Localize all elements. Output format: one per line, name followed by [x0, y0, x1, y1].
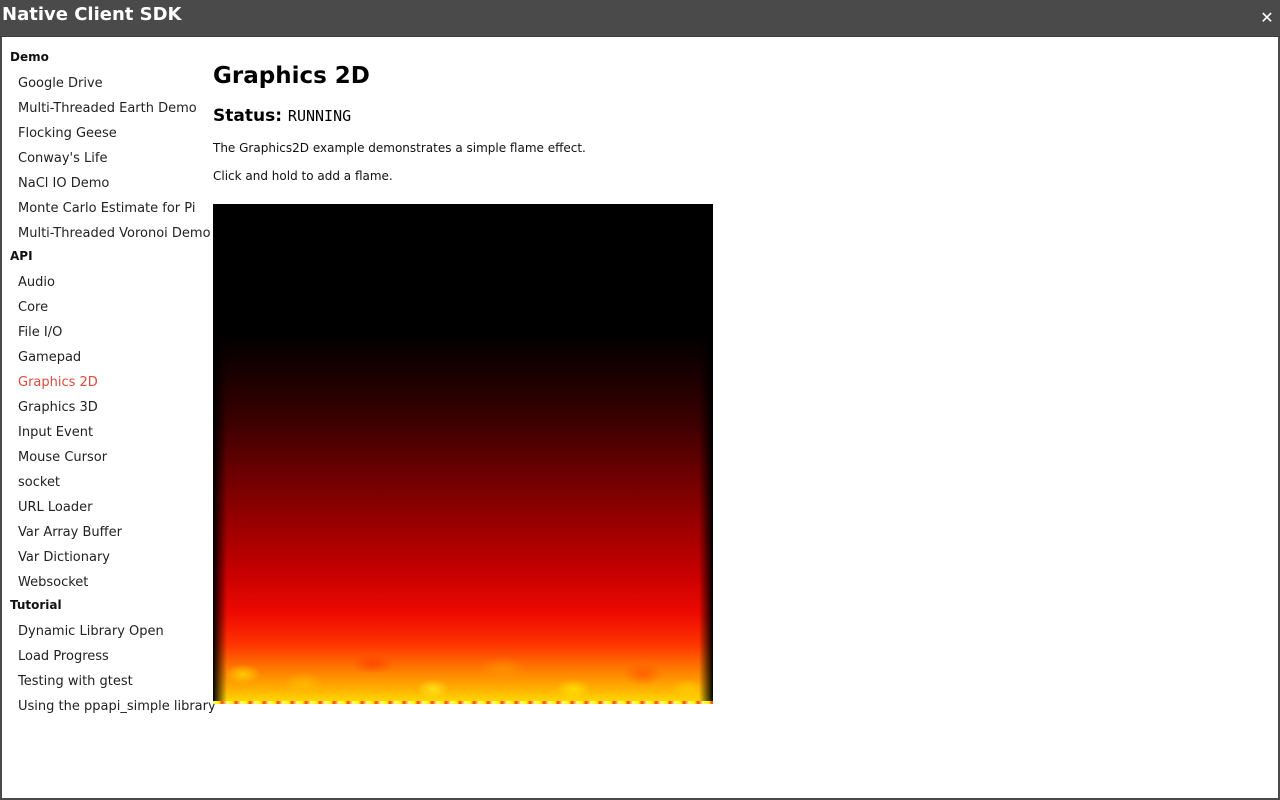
- flame-source-line: [213, 701, 713, 704]
- sidebar-item-socket[interactable]: socket: [10, 470, 206, 495]
- window-titlebar: Native Client SDK ✕: [0, 0, 1280, 37]
- sidebar-item-input-event[interactable]: Input Event: [10, 420, 206, 445]
- flame-edge-left: [213, 204, 227, 704]
- sidebar-item-load-progress[interactable]: Load Progress: [10, 644, 206, 669]
- instruction-text: Click and hold to add a flame.: [213, 169, 393, 183]
- page-title: Graphics 2D: [213, 63, 370, 89]
- app-frame: Demo Google Drive Multi-Threaded Earth D…: [0, 37, 1280, 800]
- sidebar-item-audio[interactable]: Audio: [10, 270, 206, 295]
- flame-edge-right: [699, 204, 713, 704]
- flame-noise: [213, 634, 713, 704]
- sidebar-item-using-ppapi-simple-library[interactable]: Using the ppapi_simple library: [10, 694, 216, 719]
- sidebar-nav: Demo Google Drive Multi-Threaded Earth D…: [10, 47, 216, 719]
- sidebar-item-flocking-geese[interactable]: Flocking Geese: [10, 121, 206, 146]
- nav-group-label: Demo: [10, 50, 49, 64]
- flame-canvas[interactable]: [213, 204, 713, 704]
- sidebar-item-graphics-2d[interactable]: Graphics 2D: [10, 370, 206, 395]
- sidebar-item-gamepad[interactable]: Gamepad: [10, 345, 206, 370]
- nav-group-tutorial: Tutorial Dynamic Library Open Load Progr…: [10, 595, 216, 719]
- sidebar-item-var-dictionary[interactable]: Var Dictionary: [10, 545, 206, 570]
- sidebar-item-core[interactable]: Core: [10, 295, 206, 320]
- flame-gradient: [213, 204, 713, 704]
- sidebar-item-multi-threaded-voronoi-demo[interactable]: Multi-Threaded Voronoi Demo: [10, 221, 211, 246]
- sidebar-item-multi-threaded-earth-demo[interactable]: Multi-Threaded Earth Demo: [10, 96, 206, 121]
- window-title: Native Client SDK: [2, 4, 182, 25]
- close-icon[interactable]: ✕: [1258, 9, 1276, 27]
- nav-group-demo: Demo Google Drive Multi-Threaded Earth D…: [10, 47, 211, 246]
- status-line: Status: RUNNING: [213, 105, 913, 127]
- sidebar-item-testing-with-gtest[interactable]: Testing with gtest: [10, 669, 206, 694]
- description-text: The Graphics2D example demonstrates a si…: [213, 141, 586, 155]
- sidebar-item-url-loader[interactable]: URL Loader: [10, 495, 206, 520]
- sidebar-item-graphics-3d[interactable]: Graphics 3D: [10, 395, 206, 420]
- sidebar-item-file-io[interactable]: File I/O: [10, 320, 206, 345]
- sidebar-item-dynamic-library-open[interactable]: Dynamic Library Open: [10, 619, 206, 644]
- sidebar-item-mouse-cursor[interactable]: Mouse Cursor: [10, 445, 206, 470]
- nav-group-label: API: [10, 249, 33, 263]
- sidebar-item-conways-life[interactable]: Conway's Life: [10, 146, 206, 171]
- status-label: Status:: [213, 106, 282, 126]
- status-value: RUNNING: [287, 107, 352, 125]
- sidebar-item-websocket[interactable]: Websocket: [10, 570, 206, 595]
- sidebar-item-monte-carlo-estimate-for-pi[interactable]: Monte Carlo Estimate for Pi: [10, 196, 206, 221]
- nav-group-api: API Audio Core File I/O Gamepad Graphics…: [10, 246, 206, 595]
- sidebar-item-google-drive[interactable]: Google Drive: [10, 71, 206, 96]
- nav-group-label: Tutorial: [10, 598, 62, 612]
- main-content: Graphics 2D Status: RUNNING The Graphics…: [213, 59, 913, 704]
- sidebar-item-var-array-buffer[interactable]: Var Array Buffer: [10, 520, 206, 545]
- sidebar-item-nacl-io-demo[interactable]: NaCl IO Demo: [10, 171, 206, 196]
